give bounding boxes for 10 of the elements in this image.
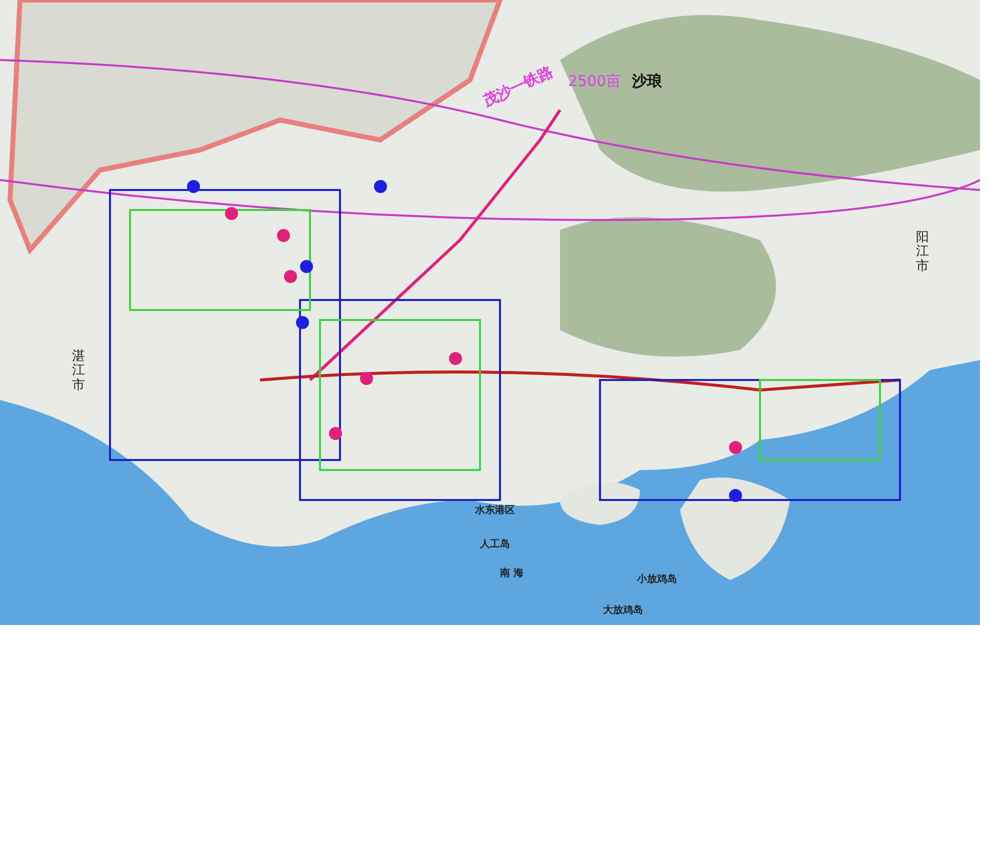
railway-label: 茂沙一铁路 xyxy=(480,62,556,112)
place-label: 沙琅 xyxy=(632,72,662,91)
place-label: 大放鸡岛 xyxy=(603,604,643,617)
place-label: 2500亩 xyxy=(568,72,622,91)
place-label: 人工岛 xyxy=(480,538,510,551)
sea-label: 南 海 xyxy=(500,566,524,580)
place-label: 水东港区 xyxy=(475,503,515,517)
city-label: 阳江市 xyxy=(916,231,929,274)
city-label: 湛江市 xyxy=(72,350,85,393)
place-label: 小放鸡岛 xyxy=(637,572,677,586)
